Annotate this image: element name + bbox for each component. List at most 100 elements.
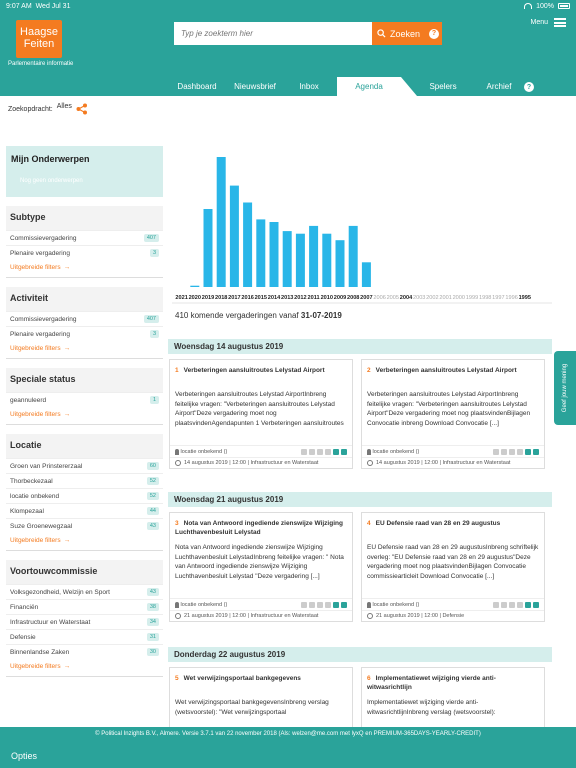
chart-bar-2008[interactable] <box>348 225 358 287</box>
filter-option[interactable]: locatie onbekend 52 <box>6 488 163 503</box>
filter-option[interactable]: Plenaire vergadering 3 <box>6 245 163 260</box>
meeting-title[interactable]: 6 Implementatiewet wijziging vierde anti-… <box>362 668 544 698</box>
chart-year-label[interactable]: 2019 <box>202 295 214 301</box>
chart-year-label[interactable]: 1996 <box>505 295 517 301</box>
meeting-card[interactable]: 4 EU Defensie raad van 28 en 29 augustus … <box>361 512 545 622</box>
filter-option[interactable]: geannuleerd 1 <box>6 392 163 407</box>
chart-bar-2007[interactable] <box>361 262 371 287</box>
chart-year-label[interactable]: 2020 <box>189 295 201 301</box>
meeting-card[interactable]: 3 Nota van Antwoord ingediende zienswijze… <box>169 512 353 622</box>
chart-year-label[interactable]: 2007 <box>360 295 372 301</box>
tab-spelers[interactable]: Spelers <box>415 77 471 96</box>
tab-dashboard[interactable]: Dashboard <box>168 77 226 96</box>
tag-icon[interactable] <box>309 448 315 455</box>
star-icon[interactable] <box>301 448 307 455</box>
filter-option[interactable]: Infrastructuur en Waterstaat 34 <box>6 614 163 629</box>
chart-bar-2009[interactable] <box>335 240 345 287</box>
note-icon[interactable] <box>325 448 331 455</box>
chart-bar-2011[interactable] <box>309 225 319 287</box>
filter-option[interactable]: Klompezaal 44 <box>6 503 163 518</box>
meeting-title[interactable]: 3 Nota van Antwoord ingediende zienswijze… <box>170 513 352 543</box>
chart-bar-2014[interactable] <box>269 222 279 287</box>
meeting-title[interactable]: 4 EU Defensie raad van 28 en 29 augustus <box>362 513 544 543</box>
chart-year-label[interactable]: 2000 <box>453 295 465 301</box>
meeting-title[interactable]: 5 Wet verwijzingsportaal bankgegevens <box>170 668 352 698</box>
tab-agenda[interactable]: Agenda <box>337 77 401 96</box>
chart-bar-2017[interactable] <box>229 185 239 287</box>
share-icon[interactable] <box>533 448 539 455</box>
tag-icon[interactable] <box>501 601 507 608</box>
chart-year-label[interactable]: 2002 <box>426 295 438 301</box>
calendar-icon[interactable] <box>525 601 531 608</box>
share-icon[interactable] <box>341 448 347 455</box>
chart-bar-2015[interactable] <box>256 219 266 287</box>
tab-inbox[interactable]: Inbox <box>284 77 334 96</box>
chart-year-label[interactable]: 2011 <box>308 295 320 301</box>
filter-option[interactable]: Defensie 31 <box>6 629 163 644</box>
filter-option[interactable]: Plenaire vergadering 3 <box>6 326 163 341</box>
calendar-icon[interactable] <box>525 448 531 455</box>
chart-year-label[interactable]: 1998 <box>479 295 491 301</box>
chart-year-label[interactable]: 2006 <box>373 295 385 301</box>
calendar-icon[interactable] <box>333 601 339 608</box>
filter-option[interactable]: Commissievergadering 407 <box>6 230 163 245</box>
meeting-card[interactable]: 1 Verbeteringen aansluitroutes Lelystad A… <box>169 359 353 469</box>
chart-bar-2010[interactable] <box>322 233 332 287</box>
haagse-feiten-logo[interactable]: Haagse Feiten <box>16 20 62 58</box>
chart-year-label[interactable]: 2018 <box>215 295 227 301</box>
comment-icon[interactable] <box>317 448 323 455</box>
chart-year-label[interactable]: 2015 <box>255 295 267 301</box>
note-icon[interactable] <box>325 601 331 608</box>
comment-icon[interactable] <box>509 448 515 455</box>
extended-filters-link[interactable]: Uitgebreide filters → <box>6 260 163 277</box>
menu-button[interactable]: Menu <box>530 18 566 27</box>
feedback-tab[interactable]: Geef jouw mening <box>554 351 576 425</box>
tab-nieuwsbrief[interactable]: Nieuwsbrief <box>226 77 284 96</box>
chart-bar-2016[interactable] <box>243 202 253 288</box>
chart-year-label[interactable]: 2003 <box>413 295 425 301</box>
comment-icon[interactable] <box>317 601 323 608</box>
star-icon[interactable] <box>301 601 307 608</box>
tabs-help-icon[interactable]: ? <box>524 82 534 92</box>
chart-year-label[interactable]: 1997 <box>492 295 504 301</box>
chart-year-label[interactable]: 2008 <box>347 295 359 301</box>
search-help-button[interactable]: ? <box>426 22 442 45</box>
share-icon[interactable] <box>341 601 347 608</box>
chart-bar-2020[interactable] <box>190 285 200 287</box>
extended-filters-link[interactable]: Uitgebreide filters → <box>6 341 163 358</box>
chart-bar-2012[interactable] <box>295 233 305 287</box>
chart-year-label[interactable]: 2010 <box>321 295 333 301</box>
chart-year-label[interactable]: 2014 <box>268 295 281 301</box>
tab-archief[interactable]: Archief <box>476 77 522 96</box>
chart-year-label[interactable]: 2005 <box>387 295 399 301</box>
share-icon[interactable] <box>533 601 539 608</box>
meeting-title[interactable]: 2 Verbeteringen aansluitroutes Lelystad A… <box>362 360 544 390</box>
share-icon[interactable] <box>76 103 88 115</box>
meeting-card[interactable]: 2 Verbeteringen aansluitroutes Lelystad A… <box>361 359 545 469</box>
search-button[interactable]: Zoeken <box>372 22 426 45</box>
extended-filters-link[interactable]: Uitgebreide filters → <box>6 407 163 424</box>
filter-option[interactable]: Financiën 38 <box>6 599 163 614</box>
chart-year-label[interactable]: 1995 <box>519 295 531 301</box>
filter-option[interactable]: Thorbeckezaal 52 <box>6 473 163 488</box>
comment-icon[interactable] <box>509 601 515 608</box>
chart-bar-2019[interactable] <box>203 209 213 287</box>
filter-option[interactable]: Binnenlandse Zaken 30 <box>6 644 163 659</box>
chart-year-label[interactable]: 2021 <box>175 295 187 301</box>
search-input[interactable] <box>174 22 372 45</box>
chart-year-label[interactable]: 2004 <box>400 295 413 301</box>
chart-bar-2013[interactable] <box>282 231 292 287</box>
options-bar[interactable]: Opties <box>0 741 576 768</box>
filter-option[interactable]: Commissievergadering 407 <box>6 311 163 326</box>
chart-year-label[interactable]: 2012 <box>294 295 306 301</box>
chart-year-label[interactable]: 2013 <box>281 295 293 301</box>
meeting-title[interactable]: 1 Verbeteringen aansluitroutes Lelystad A… <box>170 360 352 390</box>
tag-icon[interactable] <box>501 448 507 455</box>
star-icon[interactable] <box>493 601 499 608</box>
chart-bar-2018[interactable] <box>216 157 226 287</box>
calendar-icon[interactable] <box>333 448 339 455</box>
chart-year-label[interactable]: 2009 <box>334 295 346 301</box>
chart-year-label[interactable]: 1999 <box>466 295 478 301</box>
extended-filters-link[interactable]: Uitgebreide filters → <box>6 533 163 550</box>
filter-option[interactable]: Groen van Prinstererzaal 60 <box>6 458 163 473</box>
